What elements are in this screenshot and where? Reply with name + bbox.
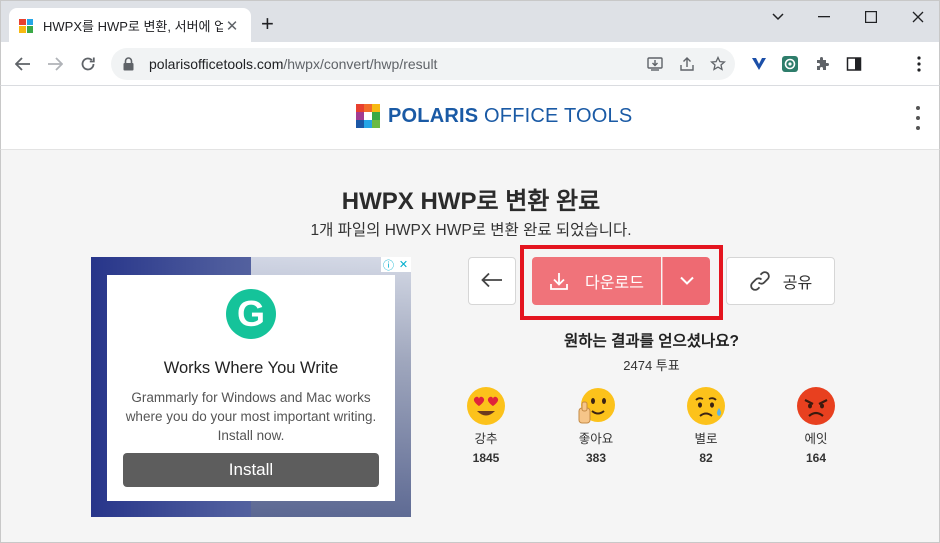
result-content: HWPX HWP로 변환 완료 1개 파일의 HWPX HWP로 변환 완료 되… <box>0 150 940 543</box>
reaction-heart-eyes[interactable]: 강추 1845 <box>451 386 521 465</box>
back-button[interactable] <box>468 257 516 305</box>
browser-tab-strip: HWPX를 HWP로 변환, 서버에 업 ✕ + <box>0 0 940 43</box>
reaction-thumbs-up[interactable]: 좋아요 383 <box>561 386 631 465</box>
extensions-puzzle-icon[interactable] <box>812 54 832 74</box>
feedback-question: 원하는 결과를 얻으셨나요? <box>564 333 739 350</box>
ad-close-icon[interactable]: ✕ <box>396 257 411 272</box>
vote-count: 2474 투표 <box>623 358 680 373</box>
vpn-extension-icon[interactable] <box>749 54 769 74</box>
maximize-icon[interactable] <box>856 5 886 29</box>
forward-arrow-icon[interactable] <box>43 52 67 76</box>
ad-title: Works Where You Write <box>163 359 339 377</box>
minimize-icon[interactable] <box>809 5 839 29</box>
window-close-icon[interactable] <box>903 5 933 29</box>
browser-tab-active[interactable]: HWPX를 HWP로 변환, 서버에 업 ✕ <box>9 8 251 43</box>
ad-choices[interactable]: ⓘ ✕ <box>381 257 411 272</box>
grammarly-logo-icon: G <box>226 289 276 339</box>
reaction-sad[interactable]: 별로 82 <box>671 386 741 465</box>
lock-icon[interactable] <box>123 56 137 72</box>
bookmark-star-icon[interactable] <box>708 54 728 74</box>
share-page-icon[interactable] <box>677 54 697 74</box>
reaction-list: 강추 1845 좋아요 383 별로 82 에잇 164 <box>451 386 871 466</box>
reaction-label: 에잇 <box>804 432 828 446</box>
address-bar[interactable]: polarisofficetools.com/hwpx/convert/hwp/… <box>111 48 735 80</box>
ad-info-icon[interactable]: ⓘ <box>381 257 396 272</box>
ad-card[interactable]: G Works Where You Write Grammarly for Wi… <box>107 275 395 501</box>
reaction-label: 좋아요 <box>578 432 614 446</box>
page-subtitle: 1개 파일의 HWPX HWP로 변환 완료 되었습니다. <box>310 222 632 239</box>
reaction-label: 강추 <box>474 432 498 446</box>
polaris-logo-mark-icon <box>356 104 380 128</box>
angry-emoji-icon <box>796 386 836 426</box>
site-header: POLARIS OFFICE TOOLS <box>0 86 940 150</box>
url-host: polarisofficetools.com <box>149 56 284 72</box>
ad-install-button[interactable]: Install <box>123 453 379 487</box>
browser-toolbar: polarisofficetools.com/hwpx/convert/hwp/… <box>0 42 940 86</box>
reaction-count: 82 <box>699 451 713 465</box>
thumbs-up-emoji-icon <box>576 386 616 426</box>
heart-eyes-emoji-icon <box>466 386 506 426</box>
back-arrow-icon[interactable] <box>11 52 35 76</box>
reaction-count: 383 <box>585 451 607 465</box>
browser-menu-icon[interactable] <box>909 54 929 74</box>
page-title: HWPX HWP로 변환 완료 <box>341 188 601 215</box>
side-panel-icon[interactable] <box>844 54 864 74</box>
reaction-count: 164 <box>805 451 827 465</box>
tab-close-icon[interactable]: ✕ <box>223 17 241 35</box>
polaris-favicon-icon <box>19 18 33 33</box>
download-highlight-box <box>520 245 723 320</box>
site-menu-icon[interactable] <box>915 106 921 130</box>
ad-body: Grammarly for Windows and Mac works wher… <box>125 390 377 443</box>
reaction-count: 1845 <box>472 451 500 465</box>
tab-title: HWPX를 HWP로 변환, 서버에 업 <box>43 19 223 34</box>
url-text: polarisofficetools.com/hwpx/convert/hwp/… <box>149 56 437 72</box>
sad-emoji-icon <box>686 386 726 426</box>
url-path: /hwpx/convert/hwp/result <box>283 56 438 72</box>
extension-badge-icon[interactable] <box>780 54 800 74</box>
new-tab-icon[interactable]: + <box>261 13 274 35</box>
link-icon <box>749 270 771 292</box>
left-arrow-icon <box>481 268 503 294</box>
tab-search-chevron-icon[interactable] <box>763 5 793 29</box>
polaris-wordmark: POLARIS OFFICE TOOLS <box>388 104 633 127</box>
install-app-icon[interactable] <box>645 54 665 74</box>
share-label: 공유 <box>782 275 813 292</box>
reload-icon[interactable] <box>76 52 100 76</box>
share-button[interactable]: 공유 <box>726 257 835 305</box>
grammarly-ad[interactable]: ⓘ ✕ G Works Where You Write Grammarly fo… <box>91 257 411 517</box>
polaris-logo[interactable]: POLARIS OFFICE TOOLS <box>356 104 632 128</box>
reaction-label: 별로 <box>694 432 718 446</box>
reaction-angry[interactable]: 에잇 164 <box>781 386 851 465</box>
